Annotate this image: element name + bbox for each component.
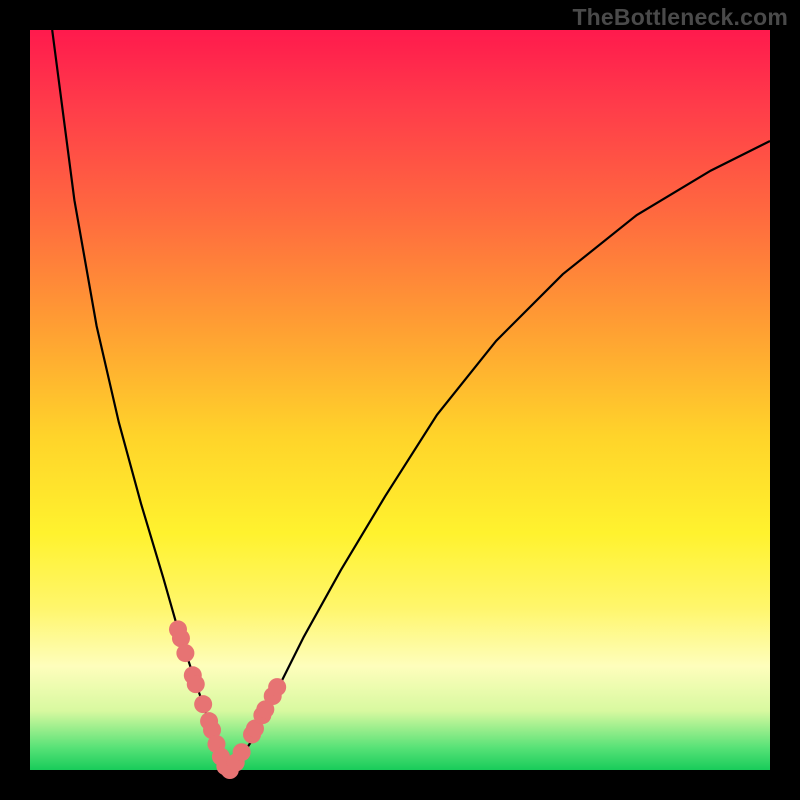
plot-area [30,30,770,770]
highlight-marker [194,695,212,713]
highlight-marker [268,678,286,696]
watermark-text: TheBottleneck.com [572,4,788,31]
chart-frame: TheBottleneck.com [0,0,800,800]
highlight-marker [233,743,251,761]
highlight-marker [176,644,194,662]
bottleneck-curve [52,30,770,770]
highlight-marker [187,675,205,693]
marker-group [169,620,286,779]
curve-svg [30,30,770,770]
